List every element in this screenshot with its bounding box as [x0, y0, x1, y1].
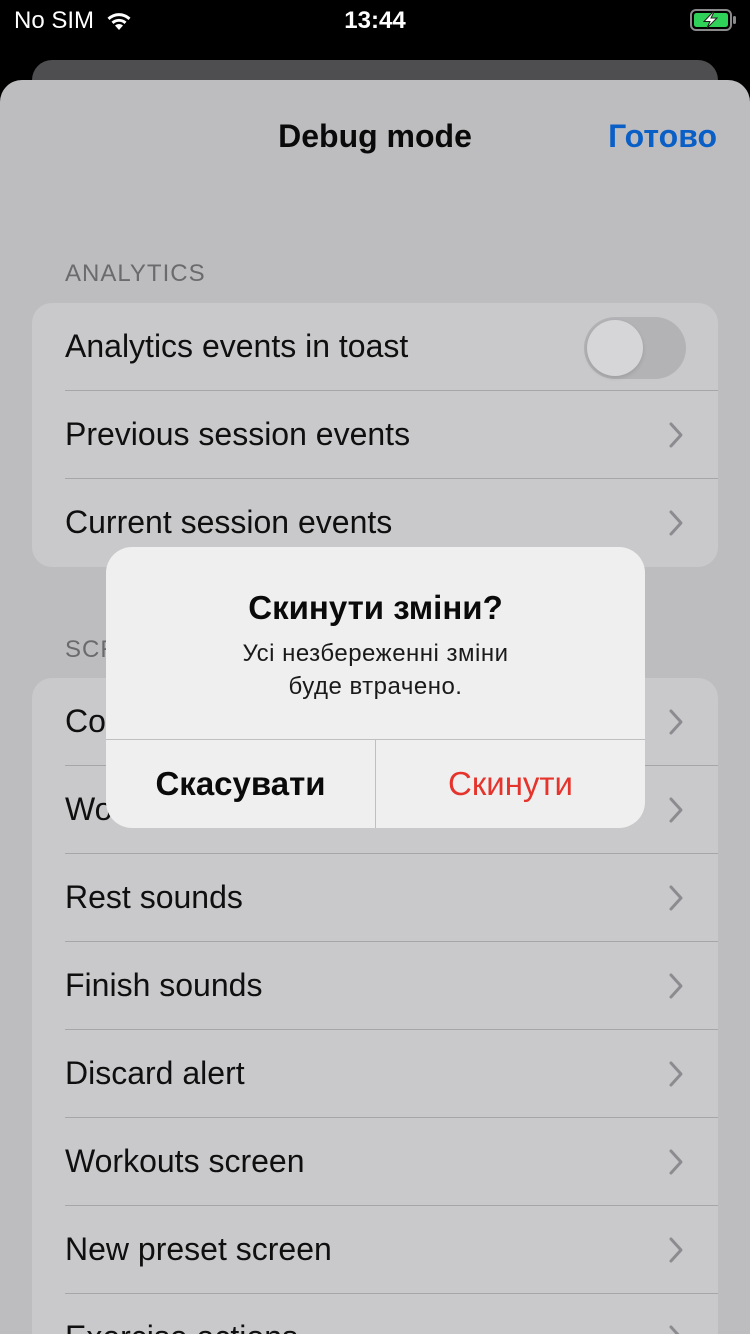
chevron-right-icon	[669, 885, 683, 911]
row-rest-sounds[interactable]: Rest sounds	[32, 854, 718, 942]
section-header-analytics: ANALYTICS	[65, 260, 206, 287]
chevron-right-icon	[669, 1149, 683, 1175]
row-finish-sounds[interactable]: Finish sounds	[32, 942, 718, 1030]
alert-message-line: Усі незбереженні зміни	[242, 640, 509, 667]
row-label: New preset screen	[65, 1231, 332, 1267]
row-label: Rest sounds	[65, 879, 243, 915]
chevron-right-icon	[669, 1061, 683, 1087]
chevron-right-icon	[669, 1237, 683, 1263]
battery-charging-icon	[690, 9, 736, 31]
row-new-preset-screen[interactable]: New preset screen	[32, 1206, 718, 1294]
row-discard-alert[interactable]: Discard alert	[32, 1030, 718, 1118]
alert-cancel-button[interactable]: Скасувати	[106, 740, 375, 828]
row-label: Analytics events in toast	[65, 328, 409, 364]
toggle-knob	[587, 320, 643, 376]
analytics-group: Analytics events in toast Previous sessi…	[32, 303, 718, 567]
alert-message-line: буде втрачено.	[288, 673, 463, 700]
row-label: Previous session events	[65, 416, 411, 452]
row-label: Discard alert	[65, 1055, 245, 1091]
alert-discard-button[interactable]: Скинути	[376, 740, 645, 828]
row-label: Workouts screen	[65, 1143, 305, 1179]
row-analytics-toast: Analytics events in toast	[32, 303, 718, 391]
chevron-right-icon	[669, 1325, 680, 1334]
row-label: Current session events	[65, 504, 393, 540]
done-button[interactable]: Готово	[608, 118, 717, 155]
row-label: Exercise actions	[65, 1319, 298, 1334]
alert-message: Усі незбереженні зміни буде втрачено.	[166, 637, 585, 703]
row-label: Co	[65, 703, 106, 739]
row-exercise-actions[interactable]: Exercise actions	[32, 1294, 718, 1334]
chevron-right-icon	[669, 797, 683, 823]
chevron-right-icon	[669, 709, 683, 735]
row-label: Finish sounds	[65, 967, 263, 1003]
row-previous-session-events[interactable]: Previous session events	[32, 391, 718, 479]
row-workouts-screen[interactable]: Workouts screen	[32, 1118, 718, 1206]
chevron-right-icon	[669, 510, 683, 536]
time-label: 13:44	[344, 7, 406, 34]
analytics-toast-toggle[interactable]	[584, 317, 686, 379]
alert-title: Скинути зміни?	[248, 589, 503, 626]
discard-changes-alert: Скинути зміни? Усі незбереженні зміни бу…	[106, 547, 645, 828]
chevron-right-icon	[669, 422, 683, 448]
chevron-right-icon	[669, 973, 683, 999]
status-bar: No SIM 13:44	[0, 0, 750, 40]
